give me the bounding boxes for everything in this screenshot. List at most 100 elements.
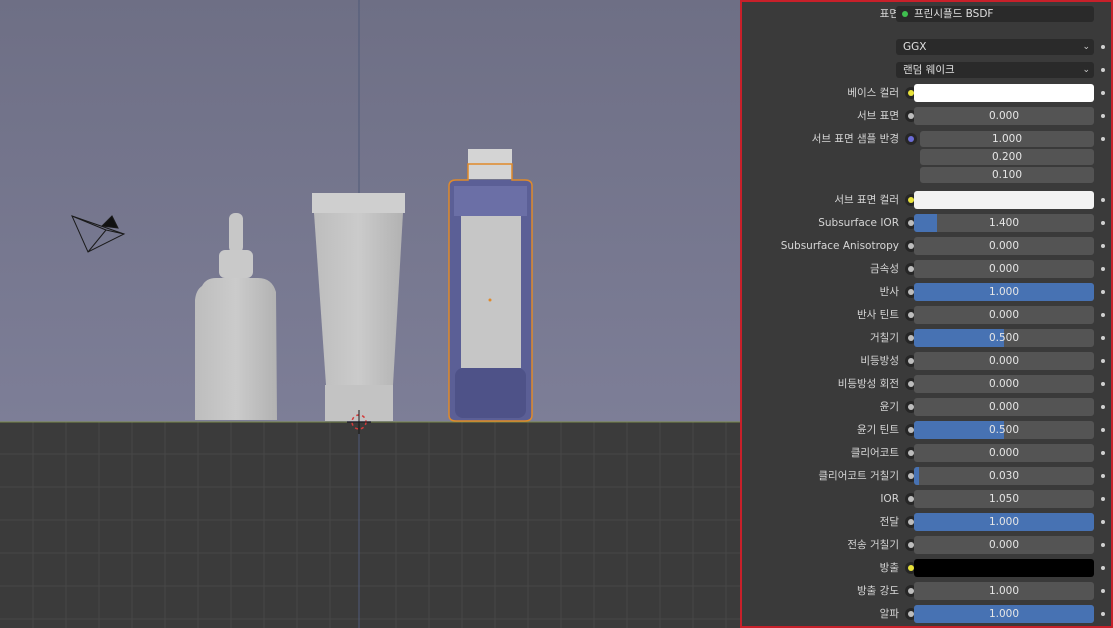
vector-component-field[interactable]: 1.000: [920, 131, 1094, 147]
value-slider[interactable]: 0.000: [914, 352, 1094, 370]
socket-pin-icon[interactable]: [1101, 137, 1105, 141]
value-slider[interactable]: 0.000: [914, 107, 1094, 125]
value-slider[interactable]: 1.050: [914, 490, 1094, 508]
distribution-value: GGX: [903, 41, 927, 53]
value-slider[interactable]: 1.400: [914, 214, 1094, 232]
socket-pin-icon[interactable]: [1101, 543, 1105, 547]
property-row: 방출: [742, 558, 1111, 578]
value-slider[interactable]: 1.000: [914, 582, 1094, 600]
socket-pin-icon[interactable]: [1101, 589, 1105, 593]
property-label: 비등방성 회전: [837, 378, 899, 390]
value-slider[interactable]: 1.000: [914, 605, 1094, 623]
color-swatch[interactable]: [914, 559, 1094, 577]
property-row: 방출 강도 1.000: [742, 581, 1111, 601]
property-row: 서브 표면 컬러: [742, 190, 1111, 210]
value-slider[interactable]: 0.000: [914, 260, 1094, 278]
vector-component-field[interactable]: 0.200: [920, 149, 1094, 165]
property-label: 윤기: [879, 401, 899, 413]
value-slider[interactable]: 0.000: [914, 536, 1094, 554]
value-slider[interactable]: 0.000: [914, 237, 1094, 255]
socket-pin-icon[interactable]: [1101, 198, 1105, 202]
slider-value: 0.030: [988, 470, 1020, 482]
property-row: 금속성 0.000: [742, 259, 1111, 279]
slider-value: 0.500: [988, 332, 1020, 344]
socket-pin-icon[interactable]: [1101, 428, 1105, 432]
property-row: 윤기 0.000: [742, 397, 1111, 417]
property-label: 비등방성: [860, 355, 899, 367]
property-label: 금속성: [870, 263, 899, 275]
property-row: 서브 표면 0.000: [742, 106, 1111, 126]
3d-viewport[interactable]: [0, 0, 740, 628]
socket-pin-icon[interactable]: [1101, 45, 1105, 49]
slider-value: 0.000: [988, 110, 1020, 122]
slider-value: 0.000: [988, 447, 1020, 459]
subsurface-method-row: 랜덤 웨이크 ⌄: [742, 60, 1111, 80]
socket-pin-icon[interactable]: [1101, 405, 1105, 409]
property-label: 방출: [879, 562, 899, 574]
socket-pin-icon[interactable]: [1101, 267, 1105, 271]
slider-value: 1.000: [988, 516, 1020, 528]
tube-object: [312, 193, 405, 421]
slider-value: 0.000: [988, 378, 1020, 390]
property-label: 전송 거칠기: [847, 539, 899, 551]
slider-value: 0.000: [988, 401, 1020, 413]
socket-pin-icon[interactable]: [1101, 359, 1105, 363]
property-label: 반사: [879, 286, 899, 298]
distribution-dropdown[interactable]: GGX ⌄: [896, 39, 1094, 55]
material-properties-panel: 표면 프린시플드 BSDF GGX ⌄ 랜덤 웨이크 ⌄ 베이스 컬러서브 표면…: [740, 0, 1113, 628]
property-row: 윤기 틴트 0.500: [742, 420, 1111, 440]
slider-value: 1.400: [988, 217, 1020, 229]
property-row: 거칠기 0.500: [742, 328, 1111, 348]
socket-pin-icon[interactable]: [1101, 474, 1105, 478]
socket-pin-icon[interactable]: [1101, 566, 1105, 570]
value-slider[interactable]: 1.000: [914, 283, 1094, 301]
socket-pin-icon[interactable]: [1101, 336, 1105, 340]
socket-pin-icon[interactable]: [1101, 612, 1105, 616]
socket-pin-icon[interactable]: [1101, 520, 1105, 524]
property-label: 클리어코트 거칠기: [818, 470, 899, 482]
socket-pin-icon[interactable]: [1101, 91, 1105, 95]
property-label: 서브 표면: [857, 110, 899, 122]
slider-value: 0.000: [988, 240, 1020, 252]
property-label: 알파: [879, 608, 899, 620]
property-row: 반사 1.000: [742, 282, 1111, 302]
socket-pin-icon[interactable]: [1101, 244, 1105, 248]
slider-value: 0.500: [988, 424, 1020, 436]
subsurface-method-dropdown[interactable]: 랜덤 웨이크 ⌄: [896, 62, 1094, 78]
surface-shader-selector[interactable]: 프린시플드 BSDF: [896, 6, 1094, 22]
socket-pin-icon[interactable]: [1101, 68, 1105, 72]
value-slider[interactable]: 0.000: [914, 444, 1094, 462]
vector-component-value: 0.200: [991, 151, 1023, 163]
shader-socket-icon: [902, 11, 908, 17]
input-socket-icon[interactable]: [905, 133, 917, 145]
property-label: 서브 표면 샘플 반경: [811, 133, 899, 145]
socket-pin-icon[interactable]: [1101, 382, 1105, 386]
color-swatch[interactable]: [914, 191, 1094, 209]
value-slider[interactable]: 0.500: [914, 329, 1094, 347]
surface-row: 표면 프린시플드 BSDF: [742, 4, 1111, 24]
slider-value: 1.000: [988, 585, 1020, 597]
socket-pin-icon[interactable]: [1101, 451, 1105, 455]
socket-pin-icon[interactable]: [1101, 497, 1105, 501]
value-slider[interactable]: 0.030: [914, 467, 1094, 485]
property-label: 베이스 컬러: [847, 87, 899, 99]
slider-value: 1.000: [988, 608, 1020, 620]
chevron-down-icon: ⌄: [1082, 42, 1090, 52]
value-slider[interactable]: 1.000: [914, 513, 1094, 531]
socket-pin-icon[interactable]: [1101, 114, 1105, 118]
viewport-scene: [0, 0, 740, 628]
distribution-row: GGX ⌄: [742, 37, 1111, 57]
ground-grid: [0, 422, 740, 628]
slider-value: 0.000: [988, 539, 1020, 551]
property-label: 방출 강도: [857, 585, 899, 597]
value-slider[interactable]: 0.000: [914, 398, 1094, 416]
socket-pin-icon[interactable]: [1101, 313, 1105, 317]
socket-pin-icon[interactable]: [1101, 290, 1105, 294]
vector-component-field[interactable]: 0.100: [920, 167, 1094, 183]
value-slider[interactable]: 0.500: [914, 421, 1094, 439]
color-swatch[interactable]: [914, 84, 1094, 102]
socket-pin-icon[interactable]: [1101, 221, 1105, 225]
property-row: 전송 거칠기 0.000: [742, 535, 1111, 555]
value-slider[interactable]: 0.000: [914, 375, 1094, 393]
value-slider[interactable]: 0.000: [914, 306, 1094, 324]
